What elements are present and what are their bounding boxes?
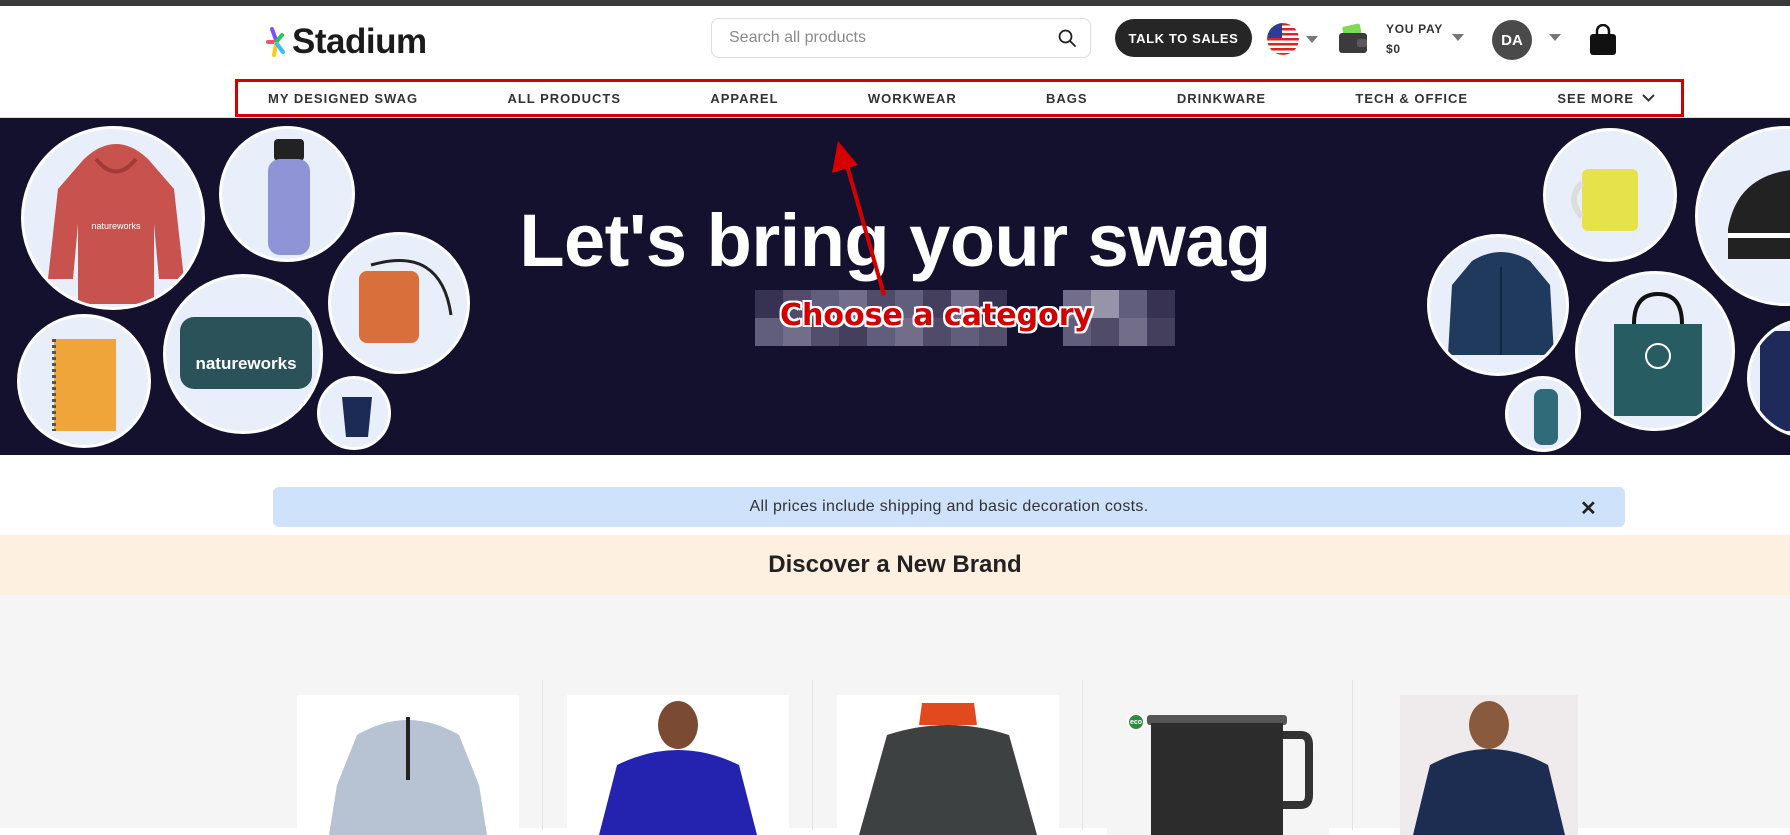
eco-badge-label: eco	[1129, 718, 1143, 726]
divider	[1082, 680, 1083, 830]
softshell-jacket-image	[859, 703, 1037, 835]
annotation-label: Choose a category	[780, 298, 1094, 333]
phone-case-image: natureworks	[180, 317, 312, 389]
you-pay-balance[interactable]: YOU PAY $0	[1386, 19, 1443, 59]
product-bubble-phone-case: natureworks	[163, 274, 323, 434]
nav-item-drinkware[interactable]: DRINKWARE	[1177, 91, 1266, 106]
product-bubble-water-bottle	[1505, 376, 1581, 452]
logo-mark-icon	[266, 27, 285, 57]
svg-text:natureworks: natureworks	[195, 354, 296, 373]
close-icon[interactable]: ✕	[1580, 496, 1597, 521]
nav-item-bags[interactable]: BAGS	[1046, 91, 1088, 106]
site-header: Stadium TALK TO SALES YOU PAY $0	[0, 6, 1790, 118]
divider	[812, 680, 813, 830]
see-more-label: SEE MORE	[1557, 90, 1634, 106]
hoodie-blue-image	[599, 701, 757, 835]
eco-badge: eco	[1127, 713, 1145, 731]
us-flag-icon[interactable]	[1267, 23, 1299, 55]
chevron-down-icon[interactable]	[1452, 34, 1464, 41]
tumbler-image	[342, 397, 372, 437]
product-bubble-jacket	[1747, 318, 1790, 438]
product-bubble-tumbler	[317, 376, 391, 450]
talk-to-sales-button[interactable]: TALK TO SALES	[1115, 19, 1252, 57]
quarter-zip-image	[329, 717, 487, 835]
nav-item-see-more[interactable]: SEE MORE	[1557, 91, 1655, 106]
product-card-camp-mug[interactable]: eco	[1107, 695, 1329, 835]
stadium-logo[interactable]: Stadium	[266, 22, 427, 62]
product-bubble-tote	[1575, 271, 1735, 431]
nav-item-my-designed-swag[interactable]: MY DESIGNED SWAG	[268, 91, 418, 106]
nav-item-workwear[interactable]: WORKWEAR	[868, 91, 957, 106]
navy-hoodie-image	[1413, 701, 1565, 835]
jacket-image	[1760, 331, 1790, 431]
nav-item-all-products[interactable]: ALL PRODUCTS	[507, 91, 621, 106]
logo-text: Stadium	[292, 22, 427, 61]
search-icon[interactable]	[1058, 29, 1076, 47]
chevron-down-icon	[1642, 94, 1655, 102]
product-bubble-notebook	[17, 314, 151, 448]
product-card-quarter-zip[interactable]	[297, 695, 519, 835]
divider	[1352, 680, 1353, 830]
tote-bag-image	[1614, 291, 1702, 416]
product-carousel: eco	[0, 595, 1790, 835]
info-message: All prices include shipping and basic de…	[749, 498, 1149, 515]
search-box[interactable]	[711, 18, 1091, 58]
water-bottle-image	[1534, 389, 1558, 445]
wallet-icon[interactable]	[1337, 23, 1369, 55]
product-card-hoodie-blue[interactable]	[567, 695, 789, 835]
nav-item-tech-office[interactable]: TECH & OFFICE	[1355, 91, 1468, 106]
shopping-bag-icon[interactable]	[1589, 24, 1617, 56]
product-card-navy-hoodie[interactable]	[1400, 695, 1578, 835]
category-nav: MY DESIGNED SWAG ALL PRODUCTS APPAREL WO…	[235, 79, 1684, 117]
you-pay-label: YOU PAY	[1386, 22, 1443, 36]
user-avatar[interactable]: DA	[1492, 20, 1532, 60]
nav-item-apparel[interactable]: APPAREL	[710, 91, 778, 106]
divider	[542, 680, 543, 830]
search-input[interactable]	[729, 29, 1058, 47]
annotation-arrow	[832, 141, 886, 296]
chevron-down-icon[interactable]	[1306, 36, 1318, 43]
shipping-info-banner: All prices include shipping and basic de…	[273, 487, 1625, 527]
notebook-image	[52, 339, 116, 431]
chevron-down-icon[interactable]	[1549, 34, 1561, 41]
product-card-jacket[interactable]	[837, 695, 1059, 835]
discover-brand-section: Discover a New Brand	[0, 535, 1790, 595]
you-pay-amount: $0	[1386, 42, 1401, 56]
section-heading: Discover a New Brand	[768, 551, 1022, 578]
